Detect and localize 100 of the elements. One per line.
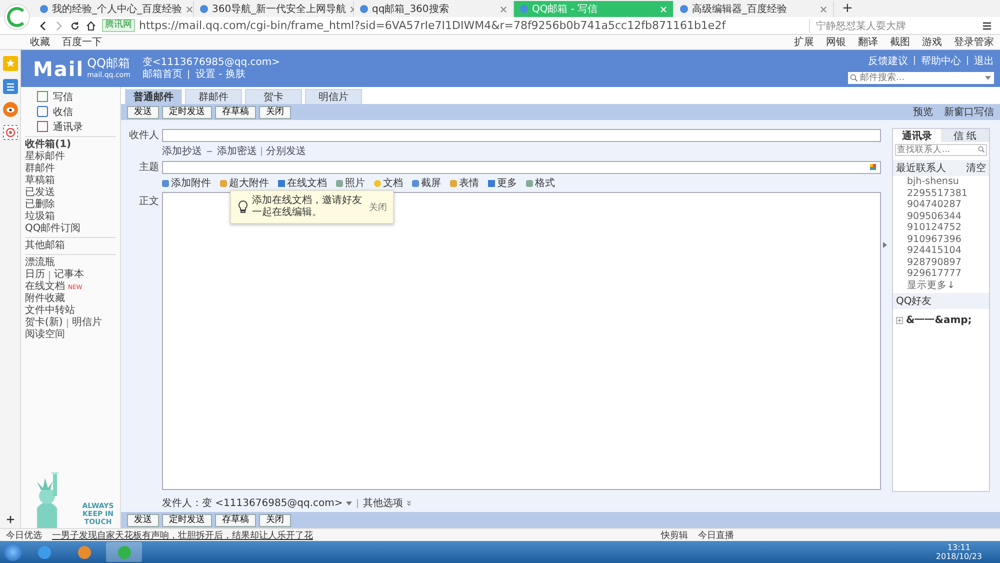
contact-item[interactable]: 910124752 — [893, 222, 989, 234]
nav-item[interactable]: 写信 — [21, 89, 120, 104]
show-more-link[interactable]: 显示更多↓ — [893, 280, 989, 291]
action-button[interactable]: 发送 — [127, 514, 159, 526]
editor-tool[interactable]: 截屏 — [412, 176, 441, 190]
forward-icon[interactable] — [54, 20, 64, 30]
cc-link[interactable]: 分别发送 — [266, 144, 306, 158]
expand-icon[interactable] — [896, 316, 903, 324]
header-link[interactable]: 设置 - 换肤 — [195, 68, 246, 80]
back-icon[interactable] — [38, 20, 48, 30]
toolbar-link[interactable]: 翻译 — [858, 35, 878, 49]
app-link[interactable]: 漂流瓶 — [25, 257, 55, 269]
bookmark-link[interactable]: 收藏 — [30, 35, 50, 49]
editor-tool[interactable]: 在线文档 — [278, 176, 327, 190]
editor-tool[interactable]: 文档 — [374, 176, 403, 190]
editor-tool[interactable]: 更多 — [488, 176, 517, 190]
dropdown-icon[interactable] — [985, 76, 991, 80]
compose-tab[interactable]: 贺卡 — [245, 89, 302, 104]
message-body-field[interactable] — [162, 192, 881, 490]
browser-tab[interactable]: qq邮箱_360搜索 — [354, 1, 514, 17]
contact-item[interactable]: bjh-shensu — [893, 176, 989, 188]
close-link[interactable]: 关闭 — [369, 200, 387, 214]
app-link[interactable]: 在线文档 — [25, 281, 65, 293]
close-icon[interactable] — [500, 6, 507, 12]
menu-icon[interactable] — [982, 20, 992, 30]
editor-tool[interactable]: 添加附件 — [162, 176, 211, 190]
app-link[interactable]: 贺卡(新) — [25, 317, 63, 329]
header-link[interactable]: 邮箱首页 — [142, 68, 182, 80]
action-button[interactable]: 存草稿 — [215, 106, 256, 118]
contact-item[interactable]: 929617777 — [893, 268, 989, 280]
contact-search-field[interactable]: 查找联系人... — [895, 144, 987, 156]
folder-link[interactable]: 草稿箱 — [21, 175, 120, 187]
toolbar-link[interactable]: 网银 — [826, 35, 846, 49]
compose-tab[interactable]: 明信片 — [305, 89, 362, 104]
folder-link[interactable]: 垃圾箱 — [21, 211, 120, 223]
editor-tool[interactable]: 超大附件 — [220, 176, 269, 190]
app-link[interactable]: 日历 — [25, 269, 45, 281]
eye-icon[interactable] — [2, 102, 18, 117]
status-item[interactable]: 今日直播 — [698, 528, 734, 542]
app-link[interactable]: 附件收藏 — [25, 293, 65, 305]
compose-link[interactable]: 预览 — [913, 105, 933, 119]
action-button[interactable]: 关闭 — [259, 514, 291, 526]
app-link[interactable]: 文件中转站 — [25, 305, 75, 317]
contact-item[interactable]: 909506344 — [893, 210, 989, 222]
reload-icon[interactable] — [70, 20, 80, 30]
header-link[interactable]: 退出 — [974, 54, 994, 68]
expand-arrow-icon[interactable] — [881, 242, 889, 248]
recipient-field[interactable] — [162, 128, 881, 142]
app-link[interactable]: 明信片 — [72, 317, 102, 329]
search-icon[interactable] — [978, 146, 985, 153]
subject-field[interactable] — [162, 160, 881, 174]
mail-search-field[interactable]: 邮件搜索... — [848, 72, 994, 84]
header-link[interactable]: 反馈建议 — [868, 54, 908, 68]
nav-item[interactable]: 通讯录 — [21, 119, 120, 134]
contact-item[interactable]: 2295517381 — [893, 188, 989, 199]
toolbar-link[interactable]: 扩展 — [794, 35, 814, 49]
editor-tool[interactable]: 表情 — [450, 176, 479, 190]
app-link[interactable]: 阅读空间 — [25, 329, 65, 341]
news-link[interactable]: 一男子发现自家天花板有声响，壮胆拆开后，结果却让人乐开了花 — [52, 528, 313, 542]
new-tab-button[interactable]: + — [834, 1, 861, 17]
double-chevron-icon[interactable] — [406, 500, 412, 506]
group-item[interactable]: &一一&amp; — [906, 313, 972, 327]
action-button[interactable]: 关闭 — [259, 106, 291, 118]
action-button[interactable]: 存草稿 — [215, 514, 256, 526]
caret-icon[interactable] — [346, 500, 352, 506]
action-button[interactable]: 定时发送 — [162, 514, 212, 526]
toolbar-link[interactable]: 登录管家 — [954, 35, 994, 49]
clear-link[interactable]: 清空 — [966, 161, 986, 175]
home-icon[interactable] — [86, 20, 96, 30]
start-button[interactable] — [4, 543, 22, 561]
nav-item[interactable]: 收信 — [21, 104, 120, 119]
other-options-link[interactable]: 其他选项 — [362, 496, 403, 510]
folder-link[interactable]: 收件箱(1) — [21, 139, 120, 151]
cc-link[interactable]: 添加抄送 — [162, 144, 202, 158]
panel-tab[interactable]: 信 纸 — [941, 129, 989, 142]
editor-tool[interactable]: 格式 — [526, 176, 555, 190]
action-button[interactable]: 定时发送 — [162, 106, 212, 118]
header-link[interactable]: 帮助中心 — [921, 54, 961, 68]
action-button[interactable]: 发送 — [127, 106, 159, 118]
app-link[interactable]: 记事本 — [54, 269, 84, 281]
cc-link[interactable]: 添加密送 — [217, 144, 257, 158]
folder-link[interactable]: 已删除 — [21, 199, 120, 211]
compose-link[interactable]: 新窗口写信 — [944, 105, 994, 119]
contact-item[interactable]: 924415104 — [893, 245, 989, 256]
status-item[interactable]: 快剪辑 — [661, 528, 688, 542]
add-icon[interactable] — [6, 515, 14, 524]
folder-link[interactable]: 已发送 — [21, 187, 120, 199]
address-bar[interactable]: https://mail.qq.com/cgi-bin/frame_html?sid=6VA57rIe7I1DIWM4&r=78f9256b0b741a5cc12fb871161b1e2f — [139, 19, 726, 32]
folder-link[interactable]: 群邮件 — [21, 163, 120, 175]
compose-tab[interactable]: 普通邮件 — [125, 89, 182, 104]
compose-tab[interactable]: 群邮件 — [185, 89, 242, 104]
folder-link[interactable]: QQ邮件订阅 — [21, 223, 120, 235]
search-field[interactable]: 宁静怒怼某人耍大牌 — [809, 18, 976, 32]
folder-link[interactable]: 星标邮件 — [21, 151, 120, 163]
close-icon[interactable] — [186, 6, 193, 12]
contact-item[interactable]: 910967396 — [893, 234, 989, 245]
toolbar-link[interactable]: 截图 — [890, 35, 910, 49]
browser-logo-icon[interactable] — [4, 4, 30, 30]
bookmark-link[interactable]: 百度一下 — [62, 35, 102, 49]
contact-item[interactable]: 904740287 — [893, 199, 989, 210]
